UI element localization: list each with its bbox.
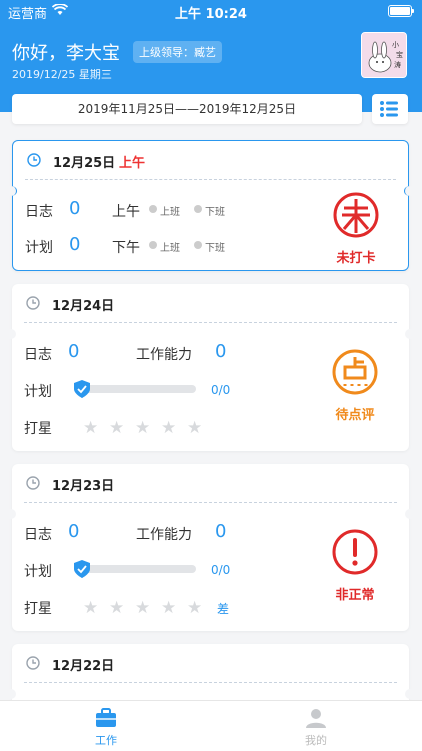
tab-work[interactable]: 工作: [76, 707, 136, 748]
stamp-text: 非正常: [335, 588, 375, 603]
clock-icon: [26, 656, 40, 670]
status-stamp: 未打卡: [306, 191, 406, 266]
status-bar: 运营商 上午 10:24: [0, 0, 422, 22]
plan-ratio: 0/0: [211, 563, 231, 577]
clock-icon: [26, 476, 40, 490]
ticket-notch-right: [405, 689, 415, 699]
log-label: 日志: [24, 527, 52, 543]
card-date: 12月24日: [52, 299, 115, 314]
ticket-notch-right: [405, 509, 415, 519]
ticket-notch-right: [405, 329, 415, 339]
dashed-divider: [24, 502, 397, 503]
plan-progress-bar: [78, 565, 196, 573]
avatar[interactable]: 小 宝 涛: [361, 32, 407, 78]
star-icon[interactable]: ★: [161, 420, 177, 437]
status-stamp: 待点评: [305, 348, 405, 423]
log-label: 日志: [25, 204, 53, 220]
log-count[interactable]: 0: [69, 198, 80, 219]
am-off-label: 下班: [205, 207, 225, 218]
card-date: 12月25日: [53, 156, 116, 171]
svg-text:涛: 涛: [394, 60, 401, 69]
star-icon[interactable]: ★: [83, 600, 99, 617]
log-label: 日志: [24, 347, 52, 363]
dashed-divider: [25, 179, 396, 180]
attendance-card-dec24[interactable]: 12月24日 日志 0 工作能力 0 计划 0/0 打星 ★ ★ ★ ★ ★ 待点评: [6, 284, 415, 451]
clock-icon: [27, 153, 41, 167]
ability-label: 工作能力: [136, 527, 192, 543]
star-icon[interactable]: ★: [187, 420, 203, 437]
star-rating-note: 差: [217, 602, 230, 616]
current-date: 2019/12/25 星期三: [12, 68, 112, 81]
card-half-day: 上午: [119, 156, 146, 171]
user-icon: [306, 709, 326, 728]
list-view-button[interactable]: [372, 94, 408, 124]
plan-ratio: 0/0: [211, 383, 231, 397]
tab-mine[interactable]: 我的: [286, 707, 346, 748]
ability-score[interactable]: 0: [215, 341, 226, 362]
am-on-dot: [149, 205, 157, 213]
pm-label: 下午: [112, 240, 140, 256]
stamp-text: 待点评: [335, 408, 375, 423]
battery-icon: [388, 5, 414, 17]
am-on-label: 上班: [160, 207, 180, 218]
card-date: 12月22日: [52, 659, 115, 674]
plan-progress-bar: [78, 385, 196, 393]
tab-work-label: 工作: [95, 734, 117, 747]
leader-badge: 上级领导：臧艺: [133, 41, 222, 63]
pending-review-icon: [332, 349, 378, 395]
star-icon[interactable]: ★: [135, 600, 151, 617]
star-icon[interactable]: ★: [161, 600, 177, 617]
pm-off-label: 下班: [205, 243, 225, 254]
plan-label: 计划: [24, 384, 52, 400]
dashed-divider: [24, 682, 397, 683]
star-icon[interactable]: ★: [135, 420, 151, 437]
svg-text:小: 小: [392, 40, 399, 49]
star-icon[interactable]: ★: [187, 600, 203, 617]
greeting-text: 你好，李大宝: [12, 43, 120, 64]
am-off-dot: [194, 205, 202, 213]
tab-mine-label: 我的: [305, 734, 327, 747]
shield-check-icon: [74, 560, 90, 578]
ability-score[interactable]: 0: [215, 521, 226, 542]
ticket-notch-left: [6, 689, 16, 699]
date-range-picker[interactable]: 2019年11月25日——2019年12月25日: [12, 94, 362, 124]
not-clocked-in-icon: [333, 192, 379, 238]
star-rating[interactable]: ★ ★ ★ ★ ★: [83, 418, 213, 437]
dashed-divider: [24, 322, 397, 323]
plan-label: 计划: [25, 240, 53, 256]
star-label: 打星: [24, 601, 52, 617]
star-icon[interactable]: ★: [83, 420, 99, 437]
bottom-tab-bar: 工作 我的: [0, 700, 422, 751]
clock-time: 上午 10:24: [175, 7, 247, 22]
list-icon: [380, 101, 398, 117]
pm-on-dot: [149, 241, 157, 249]
ticket-notch-left: [6, 509, 16, 519]
pm-off-dot: [194, 241, 202, 249]
log-count[interactable]: 0: [68, 341, 79, 362]
am-label: 上午: [112, 204, 140, 220]
pm-on-label: 上班: [160, 243, 180, 254]
ability-label: 工作能力: [136, 347, 192, 363]
briefcase-icon: [96, 708, 116, 727]
log-count[interactable]: 0: [68, 521, 79, 542]
stamp-text: 未打卡: [336, 251, 376, 266]
shield-check-icon: [74, 380, 90, 398]
status-stamp: 非正常: [305, 528, 405, 603]
attendance-card-dec25[interactable]: 12月25日 上午 日志 0 计划 0 上午 上班 下班 下午 上班 下班 未打…: [6, 140, 415, 271]
star-label: 打星: [24, 421, 52, 437]
svg-text:宝: 宝: [396, 50, 403, 59]
plan-label: 计划: [24, 564, 52, 580]
star-icon[interactable]: ★: [109, 600, 125, 617]
plan-count[interactable]: 0: [69, 234, 80, 255]
card-date: 12月23日: [52, 479, 115, 494]
abnormal-alert-icon: [332, 529, 378, 575]
clock-icon: [26, 296, 40, 310]
ticket-notch-left: [6, 186, 17, 196]
ticket-notch-left: [6, 329, 16, 339]
star-icon[interactable]: ★: [109, 420, 125, 437]
attendance-card-dec23[interactable]: 12月23日 日志 0 工作能力 0 计划 0/0 打星 ★ ★ ★ ★ ★ 差 非正常: [6, 464, 415, 631]
star-rating[interactable]: ★ ★ ★ ★ ★: [83, 598, 213, 617]
rabbit-avatar-icon: 小 宝 涛: [362, 33, 406, 77]
